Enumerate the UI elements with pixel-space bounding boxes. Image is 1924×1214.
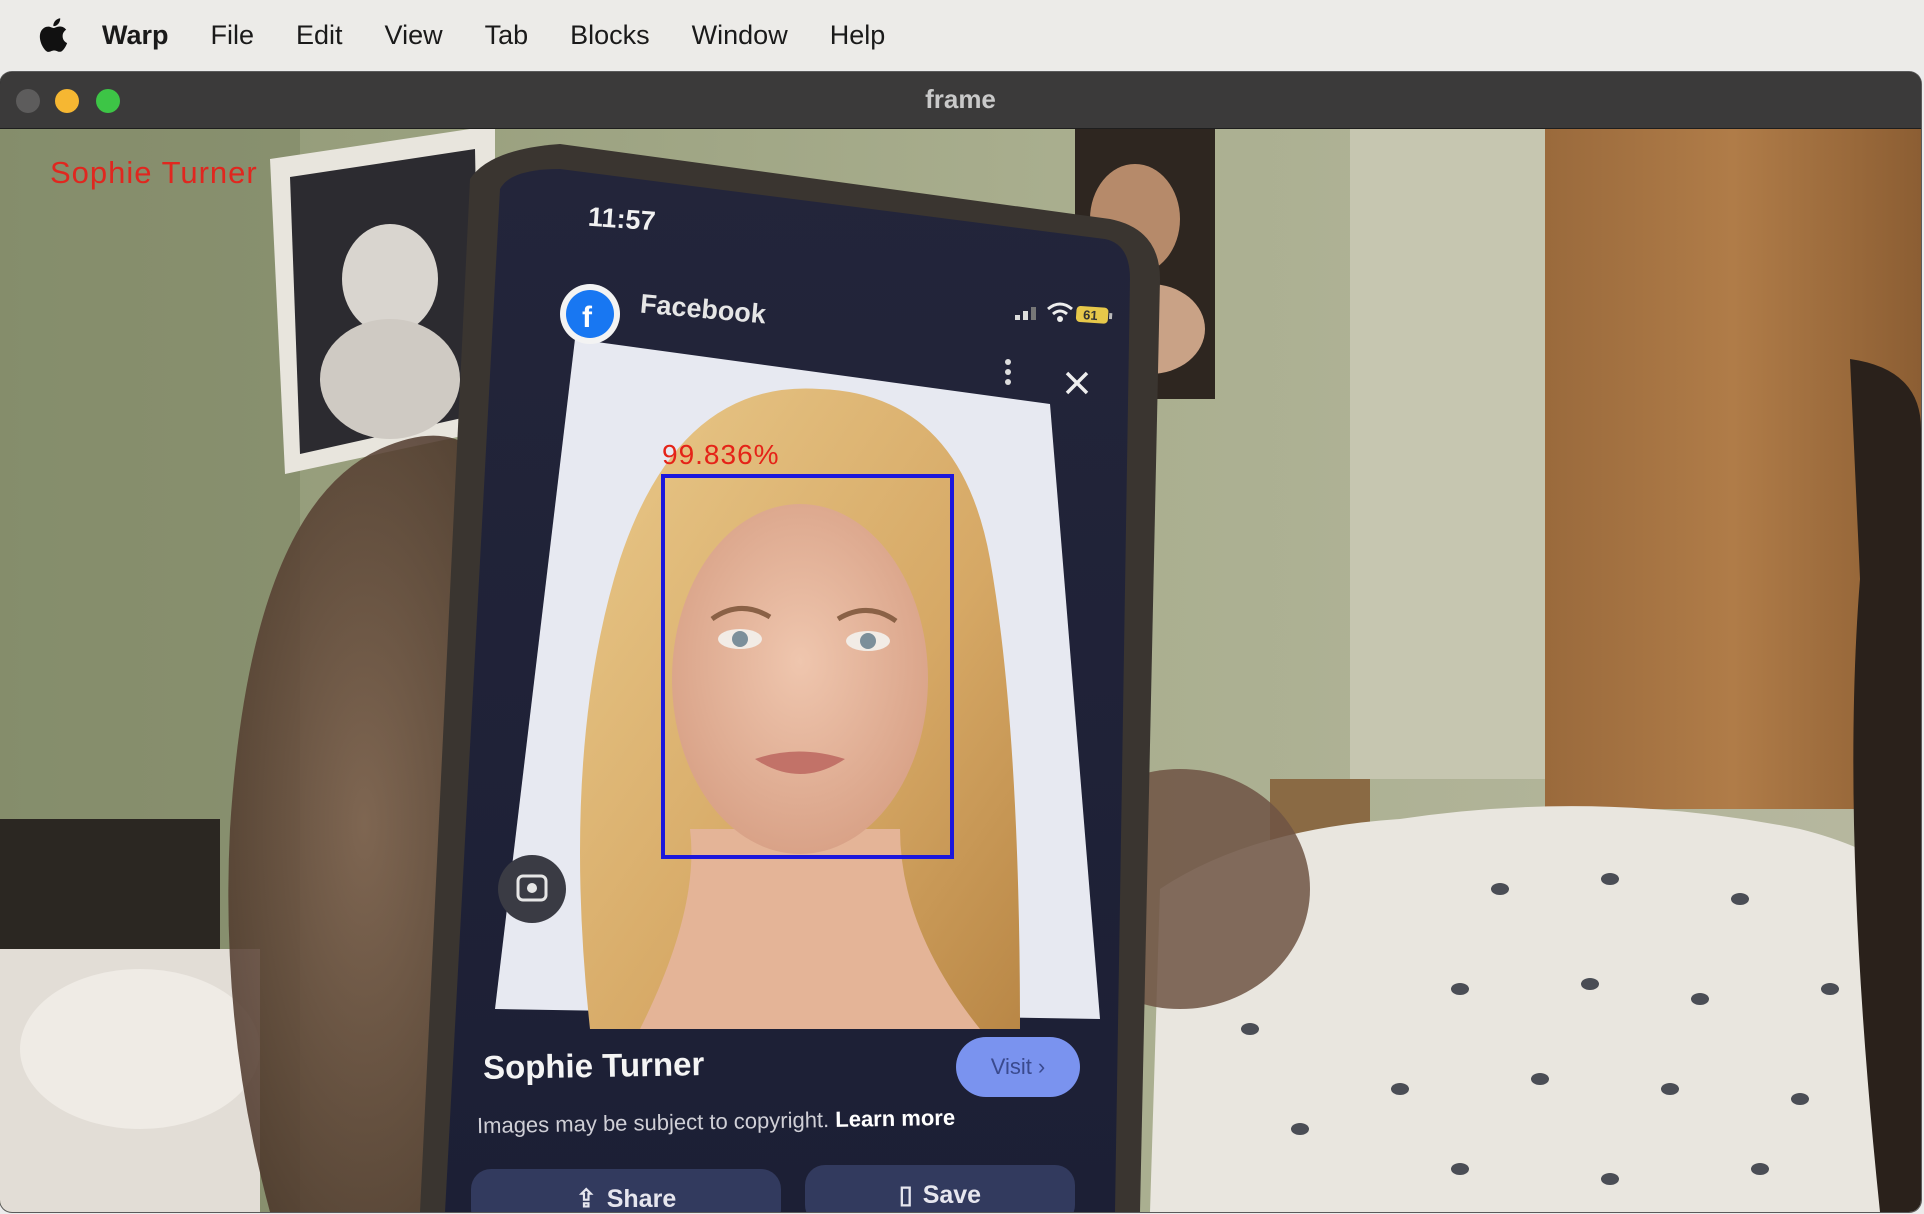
battery-level: 61 [1083,307,1098,323]
more-options-icon[interactable] [1003,357,1013,392]
apple-logo-icon[interactable] [38,18,82,52]
visit-label: Visit [990,1054,1032,1079]
battery-icon: 61 [1074,304,1116,332]
phone-result-title: Sophie Turner [482,1045,705,1086]
phone-share-button[interactable]: ⇪ Share [471,1169,781,1212]
recognized-name-label: Sophie Turner [50,155,258,190]
lens-search-icon[interactable] [498,855,566,923]
window-titlebar[interactable]: frame [0,72,1921,129]
menu-help[interactable]: Help [830,20,886,51]
menu-tab[interactable]: Tab [485,20,529,51]
phone-clock: 11:57 [587,201,657,237]
phone-visit-button[interactable]: Visit › [956,1037,1080,1097]
menu-view[interactable]: View [385,20,443,51]
menu-bar: Warp File Edit View Tab Blocks Window He… [0,0,1924,70]
signal-icon [1015,304,1045,325]
window-title: frame [925,84,996,114]
menu-window[interactable]: Window [692,20,788,51]
camera-frame: f 11:57 Facebook 61 Sophie Turner Visit [0,129,1921,1212]
facebook-icon [558,282,622,346]
close-icon[interactable] [1063,369,1091,402]
menu-app-name[interactable]: Warp [102,20,169,51]
copyright-text: Images may be subject to copyright. [476,1107,830,1139]
bookmark-icon: ▯ [898,1181,913,1209]
face-bounding-box [661,474,954,859]
menu-blocks[interactable]: Blocks [570,20,650,51]
menu-file[interactable]: File [211,20,255,51]
save-label: Save [922,1180,982,1209]
learn-more-link[interactable]: Learn more [835,1105,955,1132]
chevron-right-icon: › [1037,1054,1046,1079]
share-label: Share [606,1184,677,1213]
confidence-score: 99.836% [662,439,780,470]
phone-save-button[interactable]: ▯ Save [805,1165,1075,1212]
frame-window: frame f 11:57 Facebook 61 Sophie Turner … [0,72,1921,1212]
wifi-icon [1045,301,1075,328]
share-icon: ⇪ [575,1185,597,1212]
menu-edit[interactable]: Edit [296,20,343,51]
